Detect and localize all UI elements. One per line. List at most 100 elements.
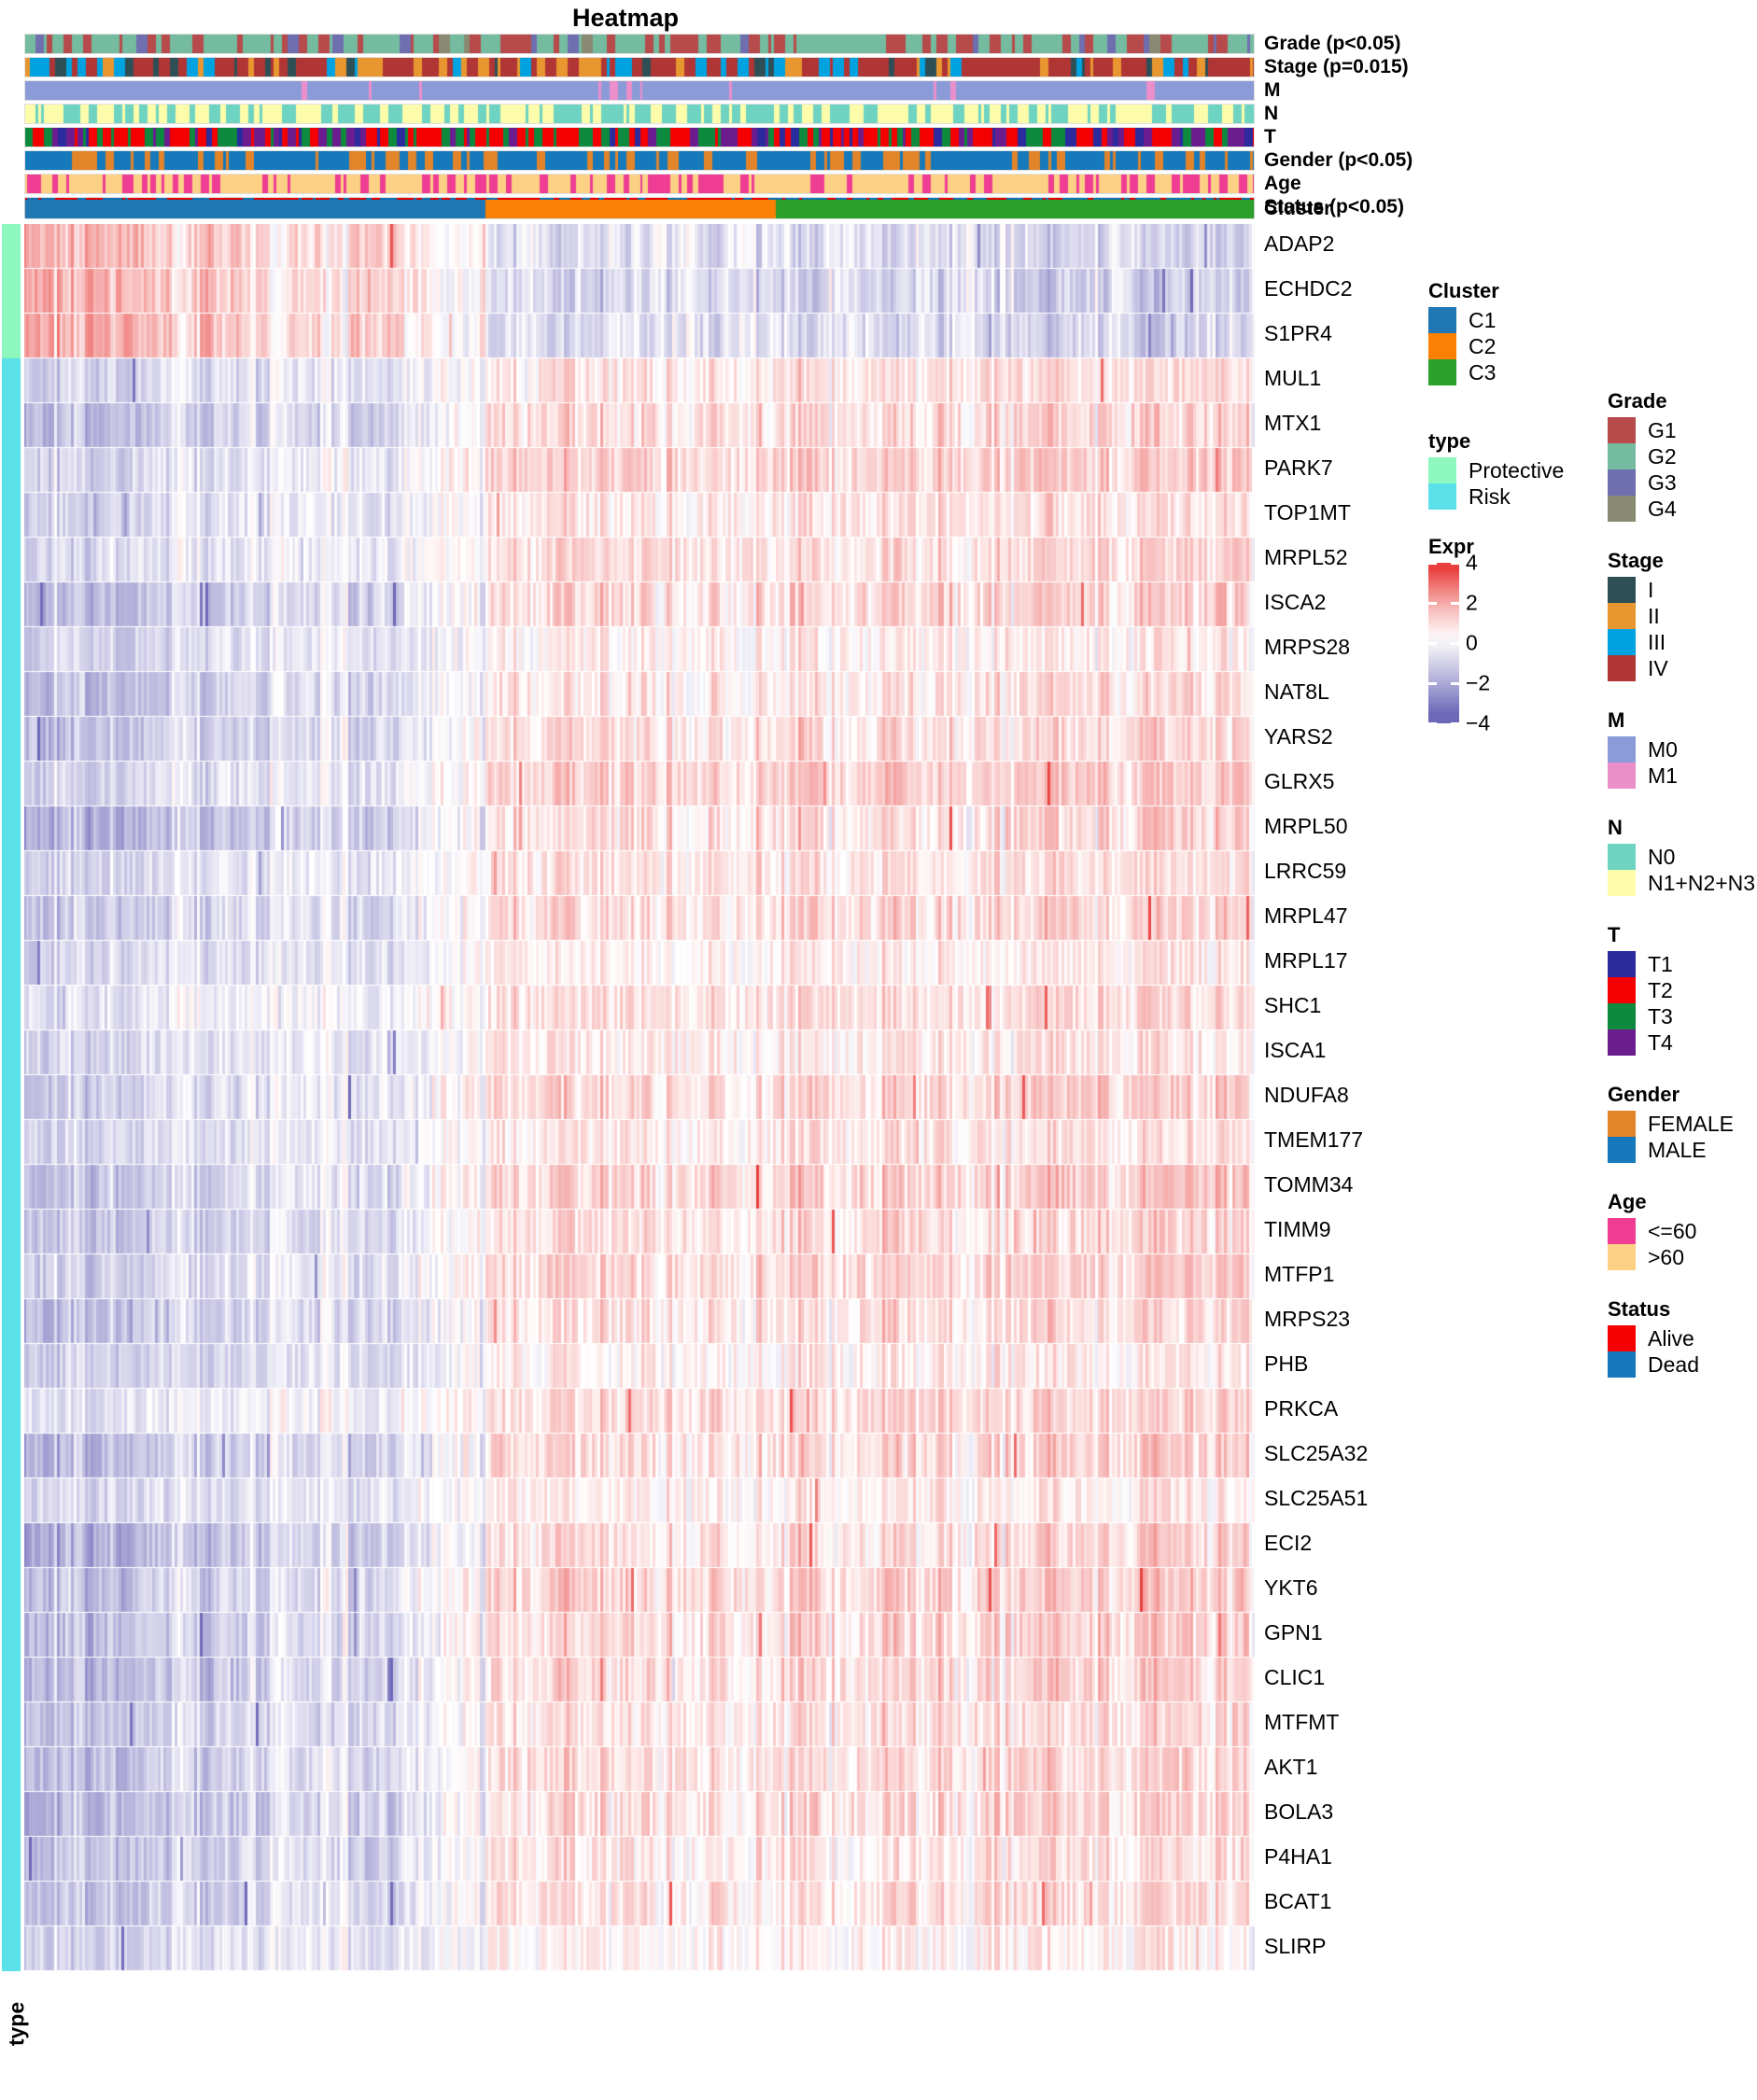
legend-item-age-60[interactable]: >60 [1608, 1244, 1755, 1270]
gene-label: MTFMT [1264, 1710, 1340, 1734]
annotation-track-stage [24, 57, 1255, 77]
gene-label: SHC1 [1264, 993, 1322, 1017]
legend-item-stage-ii[interactable]: II [1608, 603, 1755, 629]
legend-item-label: N1+N2+N3 [1648, 871, 1756, 895]
heatmap-canvas [24, 224, 1255, 1971]
legend-item-gender-female[interactable]: FEMALE [1608, 1111, 1755, 1137]
legend-swatch-icon [1428, 359, 1456, 385]
legend-swatch-icon [1608, 655, 1636, 681]
legend-swatch-icon [1608, 1029, 1636, 1056]
gene-label: SLC25A51 [1264, 1486, 1369, 1510]
legend-swatch-icon [1428, 457, 1456, 483]
gene-label: YKT6 [1264, 1575, 1318, 1600]
legend-item-n-n0[interactable]: N0 [1608, 844, 1755, 870]
type-axis-label: type [4, 2001, 29, 2047]
legend-item-label: I [1648, 578, 1654, 602]
legend-swatch-icon [1608, 1325, 1636, 1351]
legend-status: Status Alive Dead [1608, 1298, 1755, 1378]
annotation-track-cluster [24, 199, 1255, 219]
gene-label: BCAT1 [1264, 1889, 1332, 1913]
gene-type-sidebar [2, 224, 21, 1971]
legend-age: Age <=60 >60 [1608, 1191, 1755, 1270]
legend-item-grade-g1[interactable]: G1 [1608, 417, 1755, 443]
legend-swatch-icon [1608, 577, 1636, 603]
gene-label: PHB [1264, 1351, 1309, 1376]
legend-item-cluster-c3[interactable]: C3 [1428, 359, 1564, 385]
legend-item-label: C3 [1469, 360, 1497, 385]
gene-label: MRPL47 [1264, 903, 1348, 928]
legend-item-t-t2[interactable]: T2 [1608, 977, 1755, 1003]
legend-item-m-m1[interactable]: M1 [1608, 763, 1755, 789]
annotation-track-label-n: N [1264, 103, 1279, 124]
legend-title-n: N [1608, 816, 1623, 839]
legend-item-label: III [1648, 630, 1666, 654]
expr-colorbar-tick [1428, 641, 1437, 645]
legend-item-label: C1 [1469, 308, 1497, 332]
legend-swatch-icon [1608, 443, 1636, 469]
legend-item-stage-i[interactable]: I [1608, 577, 1755, 603]
legend-title-stage: Stage [1608, 549, 1664, 572]
gene-label: SLIRP [1264, 1934, 1327, 1958]
legend-item-t-t4[interactable]: T4 [1608, 1029, 1755, 1056]
legend-item-t-t3[interactable]: T3 [1608, 1003, 1755, 1029]
legend-item-label: >60 [1648, 1245, 1685, 1269]
annotation-track-grade [24, 34, 1255, 54]
legend-item-gender-male[interactable]: MALE [1608, 1137, 1755, 1163]
legend-item-type-protective[interactable]: Protective [1428, 457, 1564, 483]
annotation-track-m [24, 80, 1255, 101]
legend-item-cluster-c2[interactable]: C2 [1428, 333, 1564, 359]
legend-item-stage-iv[interactable]: IV [1608, 655, 1755, 681]
gene-type-canvas [2, 224, 21, 1971]
gene-label: CLIC1 [1264, 1665, 1326, 1689]
legend-item-status-dead[interactable]: Dead [1608, 1351, 1755, 1378]
legend-swatch-icon [1428, 307, 1456, 333]
legend-item-type-risk[interactable]: Risk [1428, 483, 1564, 510]
annotation-track-label-cluster: Cluster [1264, 198, 1332, 219]
gene-label: ADAP2 [1264, 231, 1335, 256]
legend-item-cluster-c1[interactable]: C1 [1428, 307, 1564, 333]
annotation-track-canvas-n [25, 105, 1254, 123]
legend-item-label: T1 [1648, 952, 1673, 976]
legend-cluster: Cluster C1 C2 C3 [1428, 280, 1564, 385]
annotation-track-canvas-grade [25, 35, 1254, 53]
legend-swatch-icon [1608, 1218, 1636, 1244]
legend-item-grade-g2[interactable]: G2 [1608, 443, 1755, 469]
legend-swatch-icon [1608, 951, 1636, 977]
legend-n: N N0 N1+N2+N3 [1608, 817, 1755, 896]
legend-item-m-m0[interactable]: M0 [1608, 736, 1755, 763]
legend-item-label: <=60 [1648, 1219, 1697, 1243]
page-title: Heatmap [571, 4, 680, 32]
gene-label: PARK7 [1264, 455, 1333, 480]
legend-m: M M0 M1 [1608, 709, 1755, 789]
annotation-track-canvas-t [25, 128, 1254, 147]
legend-swatch-icon [1428, 483, 1456, 510]
legend-type: type Protective Risk [1428, 430, 1564, 510]
expr-colorbar-tick [1428, 601, 1437, 605]
expr-colorbar-tick [1451, 681, 1459, 685]
legend-item-grade-g4[interactable]: G4 [1608, 496, 1755, 522]
gene-label: PRKCA [1264, 1396, 1339, 1421]
gene-label: GPN1 [1264, 1620, 1323, 1645]
gene-label: ECHDC2 [1264, 276, 1353, 301]
legend-title-grade: Grade [1608, 389, 1667, 413]
legend-swatch-icon [1608, 1003, 1636, 1029]
legend-item-n-n1n2n3[interactable]: N1+N2+N3 [1608, 870, 1755, 896]
gene-label: TIMM9 [1264, 1217, 1331, 1241]
gene-label: TOP1MT [1264, 500, 1351, 525]
legend-item-label: MALE [1648, 1138, 1707, 1162]
legend-item-grade-g3[interactable]: G3 [1608, 469, 1755, 496]
legend-item-label: G1 [1648, 418, 1677, 442]
expr-colorbar-tick [1451, 641, 1459, 645]
legend-swatch-icon [1608, 977, 1636, 1003]
legend-item-stage-iii[interactable]: III [1608, 629, 1755, 655]
legend-item-age-60[interactable]: <=60 [1608, 1218, 1755, 1244]
annotation-track-age [24, 174, 1255, 194]
legend-item-t-t1[interactable]: T1 [1608, 951, 1755, 977]
annotation-track-label-gender: Gender (p<0.05) [1264, 149, 1413, 171]
legend-swatch-icon [1608, 1244, 1636, 1270]
annotation-track-label-age: Age [1264, 173, 1301, 194]
legend-swatch-icon [1608, 1111, 1636, 1137]
gene-label: AKT1 [1264, 1755, 1318, 1779]
gene-label: NAT8L [1264, 679, 1329, 704]
legend-item-status-alive[interactable]: Alive [1608, 1325, 1755, 1351]
